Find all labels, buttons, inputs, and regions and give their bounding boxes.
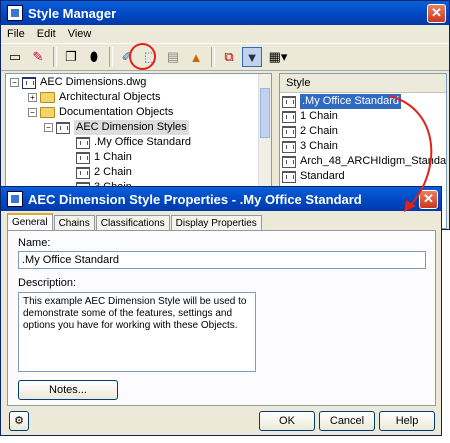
style-icon (56, 121, 70, 134)
list-item-2-chain[interactable]: 2 Chain (282, 124, 338, 139)
dialog-titlebar[interactable]: AEC Dimension Style Properties - .My Off… (1, 187, 441, 211)
tree-item-documentation-objects[interactable]: − Documentation Objects (28, 105, 173, 120)
filter-icon[interactable]: ▼ (242, 47, 262, 67)
list-item-label: Standard (300, 170, 345, 182)
tree-item-label: AEC Dimension Styles (74, 120, 189, 135)
collapse-icon[interactable]: − (10, 78, 19, 87)
toolbar-separator (211, 47, 215, 67)
style-icon (282, 95, 296, 108)
toolbar: ▭ ✎ ❐ ⬮ ✐ ⬚ ▤ ▲ ⧉ ▼ ▦▾ (1, 43, 449, 71)
style-help-icon[interactable]: ⚙ (9, 411, 29, 431)
app-icon (7, 5, 23, 21)
expand-icon[interactable]: + (28, 93, 37, 102)
toggle-icon[interactable]: ⧉ (219, 47, 239, 67)
style-icon (76, 136, 90, 149)
tree-item-architectural-objects[interactable]: + Architectural Objects (28, 90, 160, 105)
purge-icon[interactable]: ✎ (28, 47, 48, 67)
menu-view[interactable]: View (68, 28, 92, 40)
ok-button[interactable]: OK (259, 411, 315, 431)
menu-edit[interactable]: Edit (37, 28, 56, 40)
tree-item-label: 1 Chain (94, 151, 132, 163)
copy-icon[interactable]: ❐ (61, 47, 81, 67)
tree-root-label: AEC Dimensions.dwg (40, 76, 147, 88)
view-options-icon[interactable]: ▦▾ (265, 47, 291, 67)
list-item-label: 3 Chain (300, 140, 338, 152)
tree-item-2-chain[interactable]: 2 Chain (76, 165, 132, 180)
window-title: Style Manager (28, 5, 117, 21)
list-item-1-chain[interactable]: 1 Chain (282, 109, 338, 124)
style-icon (282, 155, 296, 168)
collapse-icon[interactable]: − (44, 123, 53, 132)
style-icon (76, 166, 90, 179)
dialog-title: AEC Dimension Style Properties - .My Off… (28, 191, 362, 207)
paste-icon[interactable]: ⬮ (84, 47, 104, 67)
drawing-icon (22, 76, 36, 89)
tree-item-label: Architectural Objects (59, 91, 161, 103)
menu-bar: File Edit View (1, 25, 449, 43)
app-icon (7, 191, 23, 207)
scroll-thumb[interactable] (260, 88, 270, 138)
folder-icon (40, 92, 55, 103)
name-field[interactable]: .My Office Standard (18, 251, 426, 269)
list-item-label: 2 Chain (300, 125, 338, 137)
style-icon (282, 110, 296, 123)
style-icon (76, 151, 90, 164)
style-icon (282, 125, 296, 138)
general-tab-panel: Name: .My Office Standard Description: T… (7, 230, 436, 406)
description-label: Description: (18, 277, 77, 289)
style-icon (282, 140, 296, 153)
annotation-arrow (389, 95, 433, 212)
menu-file[interactable]: File (7, 28, 25, 40)
folder-icon (40, 107, 55, 118)
tree-item-label: .My Office Standard (94, 136, 192, 148)
notes-button[interactable]: Notes... (18, 380, 118, 400)
list-item-standard[interactable]: Standard (282, 169, 345, 184)
toolbar-separator (53, 47, 57, 67)
collapse-icon[interactable]: − (28, 108, 37, 117)
style-manager-titlebar[interactable]: Style Manager ✕ (1, 1, 449, 25)
tree-item-label: Documentation Objects (59, 106, 174, 118)
tree-item-label: 2 Chain (94, 166, 132, 178)
cancel-button[interactable]: Cancel (319, 411, 375, 431)
dimension-style-properties-dialog: AEC Dimension Style Properties - .My Off… (0, 186, 442, 436)
style-icon (282, 170, 296, 183)
tree-item-aec-dimension-styles[interactable]: − AEC Dimension Styles (44, 120, 189, 135)
toggle-view-icon[interactable]: ▤ (163, 47, 183, 67)
new-icon[interactable]: ▭ (5, 47, 25, 67)
close-button[interactable]: ✕ (427, 4, 446, 23)
purge-style-icon[interactable]: ▲ (186, 47, 206, 67)
toolbar-separator (109, 47, 113, 67)
name-label: Name: (18, 237, 51, 249)
tree-item-my-office-standard[interactable]: .My Office Standard (76, 135, 191, 150)
tree-item-1-chain[interactable]: 1 Chain (76, 150, 132, 165)
highlight-circle (129, 43, 156, 70)
list-item-3-chain[interactable]: 3 Chain (282, 139, 338, 154)
help-button[interactable]: Help (379, 411, 435, 431)
description-field[interactable]: This example AEC Dimension Style will be… (18, 292, 256, 372)
list-item-label: 1 Chain (300, 110, 338, 122)
tree-root[interactable]: − AEC Dimensions.dwg (10, 75, 146, 90)
